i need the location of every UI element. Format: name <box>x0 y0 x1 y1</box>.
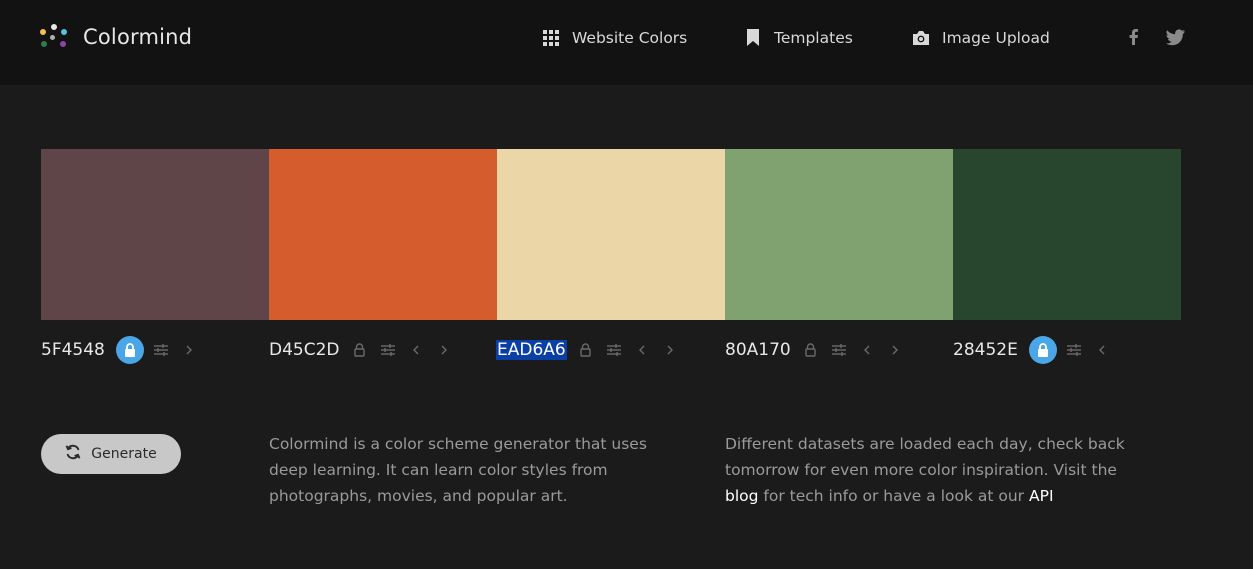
swatch-controls-4: 80A170 <box>724 335 914 365</box>
top-navigation-bar: Colormind Website Colors Templates Image… <box>0 0 1253 85</box>
color-swatch-3[interactable] <box>497 149 725 320</box>
twitter-icon[interactable] <box>1166 28 1185 46</box>
chevron-right-icon[interactable] <box>435 341 453 359</box>
chevron-left-icon[interactable] <box>858 341 876 359</box>
datasets-info-text-middle: for tech info or have a look at our <box>763 487 1025 505</box>
grid-icon <box>542 29 560 47</box>
colormind-logo-icon[interactable] <box>40 24 68 52</box>
nav-image-upload-label: Image Upload <box>942 29 1050 47</box>
generate-button[interactable]: Generate <box>41 434 181 474</box>
hex-code-3[interactable]: EAD6A6 <box>496 340 567 360</box>
color-swatch-2[interactable] <box>269 149 497 320</box>
swatch-controls-2: D45C2D <box>268 335 463 365</box>
nav-website-colors-label: Website Colors <box>572 29 688 47</box>
color-swatch-5[interactable] <box>953 149 1181 320</box>
hex-code-4[interactable]: 80A170 <box>724 340 792 360</box>
sliders-icon[interactable] <box>1065 341 1083 359</box>
api-link[interactable]: API <box>1029 487 1054 505</box>
datasets-info: Different datasets are loaded each day, … <box>725 431 1125 509</box>
swatch-controls-3: EAD6A6 <box>496 335 689 365</box>
chevron-left-icon[interactable] <box>633 341 651 359</box>
datasets-info-text: Different datasets are loaded each day, … <box>725 435 1125 479</box>
lock-icon-locked[interactable] <box>1028 336 1057 364</box>
nav-image-upload[interactable]: Image Upload <box>912 27 1050 49</box>
about-text: Colormind is a color scheme generator th… <box>269 435 647 505</box>
chevron-right-icon[interactable] <box>180 341 198 359</box>
blog-link[interactable]: blog <box>725 487 758 505</box>
camera-icon <box>912 29 930 47</box>
refresh-icon <box>65 444 81 464</box>
lock-icon[interactable] <box>351 341 369 359</box>
hex-code-1[interactable]: 5F4548 <box>40 340 106 360</box>
hex-code-2[interactable]: D45C2D <box>268 340 341 360</box>
facebook-icon[interactable] <box>1125 28 1143 46</box>
sliders-icon[interactable] <box>830 341 848 359</box>
swatch-controls-1: 5F4548 <box>40 335 208 365</box>
nav-website-colors[interactable]: Website Colors <box>542 27 687 49</box>
color-swatch-4[interactable] <box>725 149 953 320</box>
lock-icon[interactable] <box>802 341 820 359</box>
bookmark-icon <box>744 29 762 47</box>
swatch-controls-5: 28452E <box>952 335 1121 365</box>
generate-label: Generate <box>91 446 157 462</box>
sliders-icon[interactable] <box>605 341 623 359</box>
brand-name[interactable]: Colormind <box>83 25 192 49</box>
color-swatch-1[interactable] <box>41 149 269 320</box>
chevron-right-icon[interactable] <box>886 341 904 359</box>
nav-templates-label: Templates <box>774 29 853 47</box>
chevron-left-icon[interactable] <box>407 341 425 359</box>
lock-icon-locked[interactable] <box>115 336 144 364</box>
nav-templates[interactable]: Templates <box>744 27 853 49</box>
sliders-icon[interactable] <box>152 341 170 359</box>
lock-icon[interactable] <box>577 341 595 359</box>
chevron-left-icon[interactable] <box>1093 341 1111 359</box>
sliders-icon[interactable] <box>379 341 397 359</box>
hex-code-5[interactable]: 28452E <box>952 340 1019 360</box>
chevron-right-icon[interactable] <box>661 341 679 359</box>
